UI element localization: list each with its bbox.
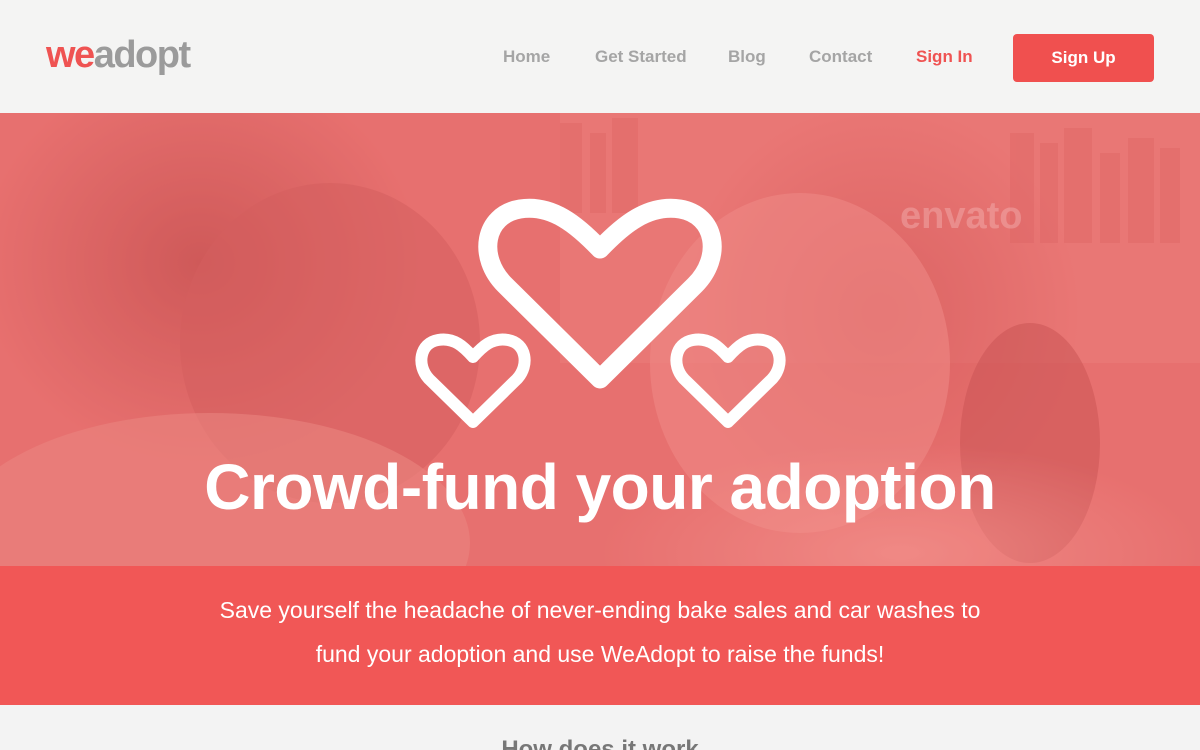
intro-band: Save yourself the headache of never-endi… — [0, 566, 1200, 705]
how-it-works-heading: How does it work — [501, 736, 699, 750]
sign-in-link[interactable]: Sign In — [916, 47, 973, 67]
nav-get-started[interactable]: Get Started — [595, 47, 687, 67]
logo-adopt: adopt — [93, 34, 191, 76]
three-hearts-icon — [415, 198, 786, 428]
weadopt-logo[interactable]: weadopt — [46, 34, 191, 76]
hero-section: envato Crowd-fund your adoption — [0, 113, 1200, 566]
nav-contact[interactable]: Contact — [809, 47, 872, 67]
how-it-works-section: How does it work — [0, 705, 1200, 750]
logo-we: we — [46, 34, 95, 76]
sign-up-button[interactable]: Sign Up — [1013, 34, 1154, 82]
nav-blog[interactable]: Blog — [728, 47, 766, 67]
nav-home[interactable]: Home — [503, 47, 550, 67]
intro-text-line-1: Save yourself the headache of never-endi… — [219, 597, 981, 623]
hero-title: Crowd-fund your adoption — [204, 451, 996, 523]
intro-text-line-2: fund your adoption and use WeAdopt to ra… — [315, 641, 885, 667]
site-header: weadopt Home Get Started Blog Contact Si… — [0, 0, 1200, 113]
